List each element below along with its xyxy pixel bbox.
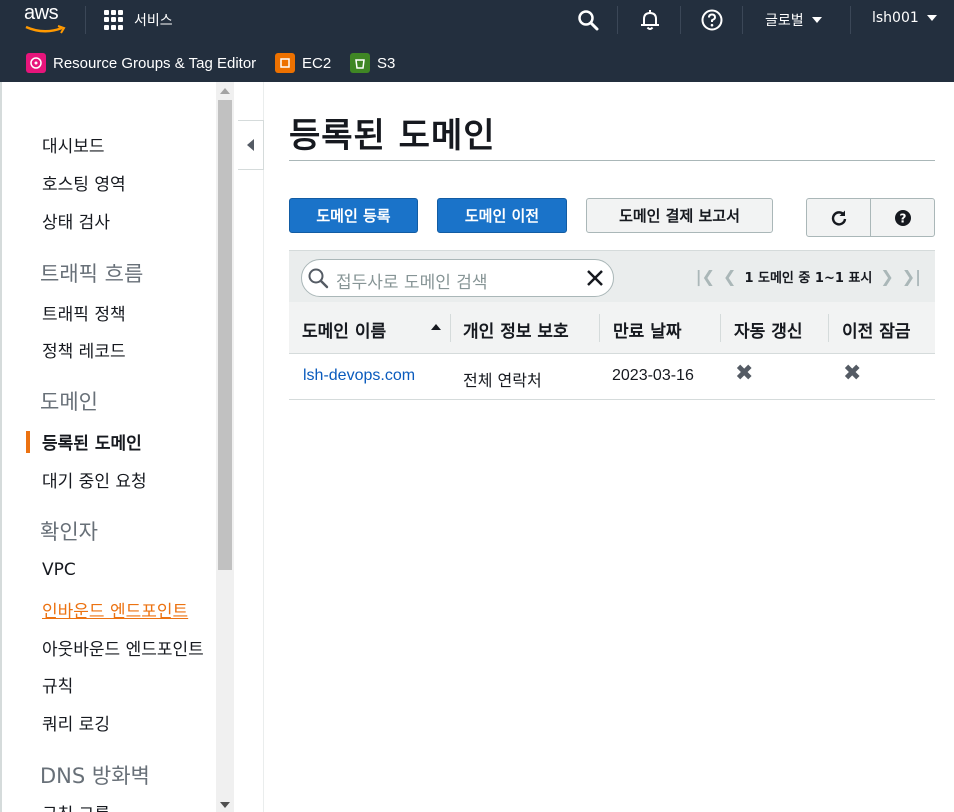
table-row: lsh-devops.com 전체 연락처 2023-03-16 ✖ ✖ (289, 354, 935, 400)
sidebar-item-rules[interactable]: 규칙 (42, 672, 73, 697)
help-button[interactable]: ? (870, 199, 934, 236)
chevron-left-icon (247, 139, 254, 151)
grid-icon (104, 10, 124, 30)
sidebar-item-policy-records[interactable]: 정책 레코드 (42, 337, 126, 362)
favorite-label: Resource Groups & Tag Editor (53, 54, 257, 72)
refresh-button[interactable] (807, 199, 870, 236)
sidebar-item-pending-requests[interactable]: 대기 중인 요청 (42, 467, 147, 492)
search-placeholder: 접두사로 도메인 검색 (336, 273, 488, 293)
page-title: 등록된 도메인 (289, 116, 496, 156)
column-header-expiration[interactable]: 만료 날짜 (613, 317, 681, 342)
help-icon[interactable] (700, 8, 724, 32)
global-nav: aws 서비스 글로벌 lsh001 (0, 0, 954, 40)
transfer-domain-button[interactable]: 도메인 이전 (437, 198, 567, 233)
privacy-value: 전체 연락처 (463, 371, 542, 390)
sidebar-section-resolver: 확인자 (40, 520, 98, 544)
favorite-resource-groups[interactable]: Resource Groups & Tag Editor (26, 53, 256, 73)
caret-down-icon (926, 15, 937, 21)
region-label: 글로벌 (765, 13, 804, 29)
region-selector[interactable]: 글로벌 (765, 10, 822, 30)
content-divider (263, 82, 264, 812)
domain-search-input[interactable]: 접두사로 도메인 검색 (301, 259, 614, 297)
last-page-icon[interactable]: ❯| (902, 267, 921, 286)
scroll-up-arrow-icon[interactable] (220, 88, 230, 94)
sidebar-section-domains: 도메인 (40, 390, 98, 414)
question-circle-icon: ? (894, 209, 911, 226)
active-indicator (26, 431, 30, 453)
bell-icon[interactable] (638, 8, 662, 32)
column-divider (720, 314, 721, 342)
divider (850, 6, 851, 34)
refresh-icon (831, 210, 846, 225)
account-label: lsh001 (872, 10, 919, 26)
auto-renew-off-icon: ✖ (735, 361, 754, 386)
pagination: |❮ ❮ 1 도메인 중 1~1 표시 ❯ ❯| (696, 267, 921, 286)
title-divider (289, 160, 935, 161)
column-header-auto-renew[interactable]: 자동 갱신 (734, 317, 802, 342)
divider (617, 6, 618, 34)
domains-table: 접두사로 도메인 검색 |❮ ❮ 1 도메인 중 1~1 표시 ❯ ❯| 도메인… (289, 250, 935, 400)
sidebar-item-vpcs[interactable]: VPC (42, 560, 76, 580)
services-label: 서비스 (134, 13, 173, 29)
column-header-domain-name[interactable]: 도메인 이름 (302, 317, 386, 342)
favorite-label: S3 (377, 54, 396, 72)
pagination-label: 1 도메인 중 1~1 표시 (744, 271, 873, 286)
domain-name-link[interactable]: lsh-devops.com (303, 367, 415, 385)
billing-report-button[interactable]: 도메인 결제 보고서 (586, 198, 773, 233)
scroll-thumb[interactable] (218, 100, 232, 570)
scroll-down-arrow-icon[interactable] (220, 802, 230, 808)
sidebar: 대시보드 호스팅 영역 상태 검사 트래픽 흐름 트래픽 정책 정책 레코드 도… (0, 82, 236, 812)
next-page-icon[interactable]: ❯ (880, 267, 893, 286)
services-menu-button[interactable]: 서비스 (104, 8, 173, 32)
sidebar-item-rule-groups[interactable]: 규칙 그룹 (42, 800, 110, 812)
favorite-label: EC2 (302, 54, 332, 72)
sort-ascending-icon[interactable] (431, 324, 441, 330)
favorite-ec2[interactable]: EC2 (275, 53, 331, 73)
sidebar-item-inbound-endpoints[interactable]: 인바운드 엔드포인트 (42, 597, 188, 622)
column-divider (828, 314, 829, 342)
aws-logo[interactable]: aws (22, 2, 70, 36)
divider (742, 6, 743, 34)
favorites-bar: Resource Groups & Tag Editor EC2 S3 (0, 46, 954, 80)
sidebar-item-query-logging[interactable]: 쿼리 로깅 (42, 710, 110, 735)
divider (85, 6, 86, 34)
action-button-group: ? (806, 198, 935, 237)
clear-search-icon[interactable] (585, 268, 605, 288)
top-navigation-bar: aws 서비스 글로벌 lsh001 Resource Groups & Tag… (0, 0, 954, 82)
s3-icon (350, 53, 370, 73)
search-icon[interactable] (576, 8, 600, 32)
column-divider (450, 314, 451, 342)
ec2-icon (275, 53, 295, 73)
sidebar-section-dns-firewall: DNS 방화벽 (40, 764, 150, 788)
svg-text:?: ? (899, 211, 906, 225)
sidebar-item-registered-domains[interactable]: 등록된 도메인 (42, 429, 142, 454)
sidebar-item-hosted-zones[interactable]: 호스팅 영역 (42, 170, 126, 195)
sidebar-item-health-checks[interactable]: 상태 검사 (42, 208, 110, 233)
collapse-sidebar-button[interactable] (238, 120, 264, 170)
search-icon (308, 268, 329, 289)
account-menu[interactable]: lsh001 (872, 10, 937, 26)
previous-page-icon[interactable]: ❮ (723, 267, 736, 286)
favorite-s3[interactable]: S3 (350, 53, 395, 73)
aws-logo-text: aws (24, 2, 59, 24)
transfer-lock-off-icon: ✖ (843, 361, 862, 386)
aws-smile-icon (25, 25, 66, 34)
sidebar-item-traffic-policies[interactable]: 트래픽 정책 (42, 300, 126, 325)
column-header-transfer-lock[interactable]: 이전 잠금 (842, 317, 910, 342)
sidebar-section-traffic-flow: 트래픽 흐름 (40, 262, 144, 286)
resource-groups-icon (26, 53, 46, 73)
table-header: 도메인 이름 개인 정보 보호 만료 날짜 자동 갱신 이전 잠금 (289, 302, 935, 354)
expiration-value: 2023-03-16 (612, 367, 694, 384)
first-page-icon[interactable]: |❮ (696, 267, 715, 286)
register-domain-button[interactable]: 도메인 등록 (289, 198, 418, 233)
column-header-privacy[interactable]: 개인 정보 보호 (463, 317, 569, 342)
divider (680, 6, 681, 34)
sidebar-item-dashboard[interactable]: 대시보드 (42, 132, 105, 157)
column-divider (599, 314, 600, 342)
table-toolbar: 접두사로 도메인 검색 |❮ ❮ 1 도메인 중 1~1 표시 ❯ ❯| (289, 250, 935, 302)
sidebar-scrollbar[interactable] (216, 82, 234, 812)
caret-down-icon (811, 17, 822, 23)
sidebar-item-outbound-endpoints[interactable]: 아웃바운드 엔드포인트 (42, 635, 204, 660)
